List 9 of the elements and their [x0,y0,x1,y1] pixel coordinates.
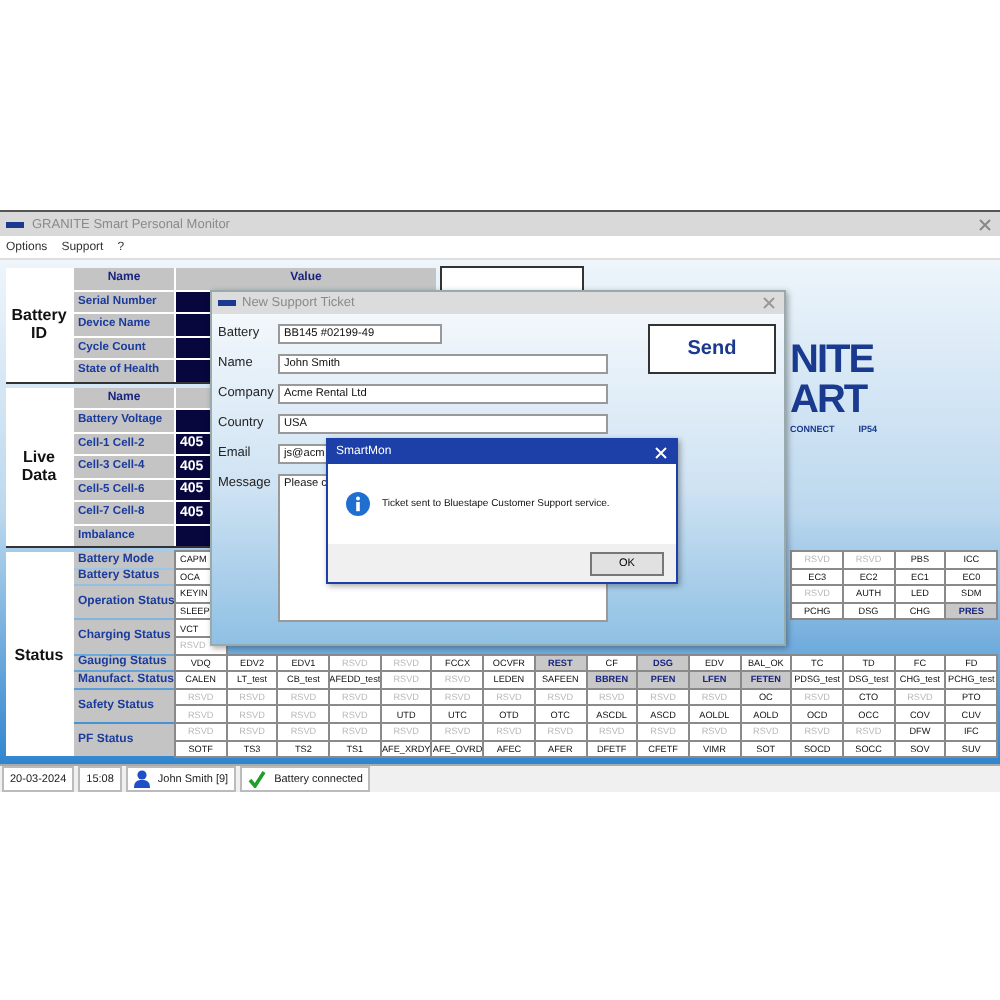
user-icon [133,770,150,788]
app-icon [6,219,24,229]
check-icon [248,770,267,788]
send-button[interactable]: Send [648,324,776,374]
logo-text: ART [790,380,870,420]
info-icon [346,492,370,516]
app-icon [218,298,236,308]
section-label: Status [6,552,72,757]
logo-text: NITE [790,340,876,380]
